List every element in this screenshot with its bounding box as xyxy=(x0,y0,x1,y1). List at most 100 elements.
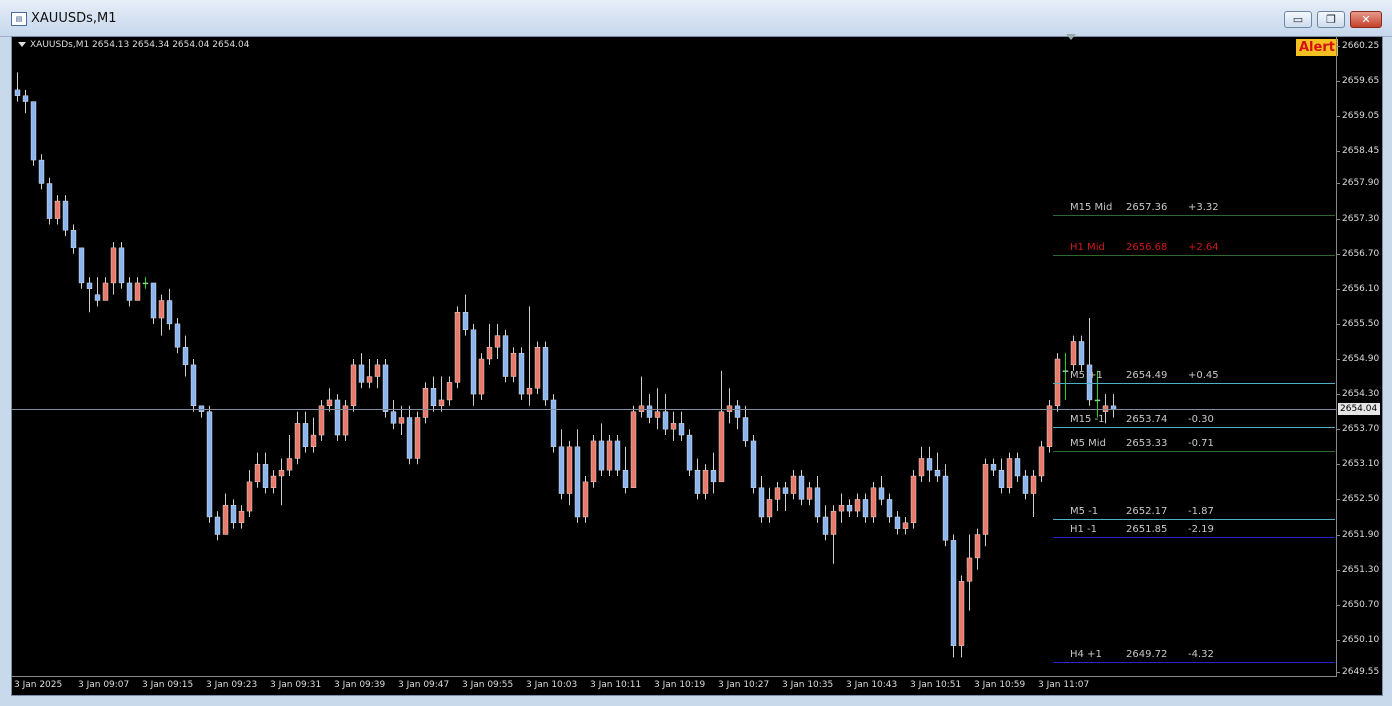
candle xyxy=(598,423,605,477)
candle xyxy=(366,359,373,389)
time-label: 3 Jan 10:59 xyxy=(974,680,1026,690)
candle xyxy=(214,511,221,541)
candle xyxy=(806,481,813,506)
candle-body xyxy=(478,358,485,395)
candle xyxy=(710,452,717,494)
price-label: 2654.30 xyxy=(1342,389,1380,400)
price-label: 2653.10 xyxy=(1342,459,1380,470)
time-label: 3 Jan 10:03 xyxy=(526,680,578,690)
candle xyxy=(238,505,245,529)
candle-body xyxy=(1046,405,1053,447)
candle-body xyxy=(366,376,373,383)
level-diff: +0.45 xyxy=(1188,369,1219,381)
candle-body xyxy=(830,510,837,535)
candle-body xyxy=(606,440,613,471)
candle xyxy=(694,458,701,500)
candle-body xyxy=(518,352,525,395)
candle-body xyxy=(1006,458,1013,488)
candle-body xyxy=(446,382,453,401)
close-button[interactable]: ✕ xyxy=(1350,11,1382,28)
candle xyxy=(134,277,141,301)
candle-body xyxy=(582,481,589,518)
candle xyxy=(54,195,61,225)
candle xyxy=(662,394,669,436)
candle-body xyxy=(646,405,653,418)
candle-body xyxy=(678,423,685,436)
candle xyxy=(158,294,165,336)
candle xyxy=(982,458,989,547)
candle-body xyxy=(558,446,565,494)
time-label: 3 Jan 09:23 xyxy=(206,680,258,690)
candle-body xyxy=(990,464,997,471)
candle xyxy=(734,399,741,430)
candle xyxy=(926,446,933,482)
price-tick xyxy=(1336,218,1340,220)
level-price: 2653.74 xyxy=(1126,413,1168,425)
candle-body xyxy=(414,417,421,459)
candle-body xyxy=(118,247,125,284)
candle xyxy=(342,399,349,441)
chart-window-icon: ▤ xyxy=(11,12,27,26)
candle xyxy=(478,353,485,400)
candlestick-plot[interactable] xyxy=(12,37,1336,676)
candle-body xyxy=(614,440,621,471)
candle-body xyxy=(1078,341,1085,366)
price-label: 2656.70 xyxy=(1342,248,1380,259)
candle-body xyxy=(158,300,165,319)
candle-body xyxy=(222,505,229,535)
candle-body xyxy=(542,347,549,401)
candle xyxy=(486,323,493,365)
candle xyxy=(414,411,421,465)
price-label: 2657.90 xyxy=(1342,178,1380,189)
candle-body xyxy=(942,475,949,541)
candle xyxy=(150,282,157,324)
level-line xyxy=(1053,662,1335,664)
price-tick xyxy=(1336,323,1340,325)
candle xyxy=(454,306,461,389)
candle xyxy=(742,405,749,447)
candle-body xyxy=(454,311,461,383)
restore-button[interactable]: ❐ xyxy=(1317,11,1345,28)
candle xyxy=(462,294,469,336)
level-price: 2653.33 xyxy=(1126,437,1168,449)
candle xyxy=(406,405,413,465)
candle-body xyxy=(934,469,941,477)
candle-body xyxy=(790,475,797,494)
title-bar[interactable]: ▤ XAUUSDs,M1 ▭ ❐ ✕ xyxy=(0,0,1392,37)
candle xyxy=(1006,452,1013,494)
candle xyxy=(758,476,765,523)
candle-body xyxy=(598,440,605,471)
candle-body xyxy=(1014,458,1021,477)
candle xyxy=(766,487,773,523)
candle xyxy=(174,318,181,354)
candle xyxy=(86,277,93,313)
price-label: 2649.55 xyxy=(1342,667,1380,677)
price-tick xyxy=(1336,151,1340,153)
candle-body xyxy=(622,469,629,488)
candle xyxy=(350,359,357,412)
candle xyxy=(718,370,725,483)
candle xyxy=(1062,353,1069,400)
candle xyxy=(1046,399,1053,453)
time-axis[interactable] xyxy=(12,676,1337,677)
candle-body xyxy=(302,423,309,447)
candle xyxy=(838,493,845,523)
candle xyxy=(22,89,29,114)
price-label: 2654.90 xyxy=(1342,354,1380,364)
candle xyxy=(686,429,693,477)
time-label: 3 Jan 09:47 xyxy=(398,680,450,690)
candle xyxy=(14,72,21,102)
candle-body xyxy=(718,411,725,483)
level-name: H1 Mid xyxy=(1070,241,1105,253)
candle xyxy=(246,470,253,517)
minimize-button[interactable]: ▭ xyxy=(1284,11,1312,28)
candle xyxy=(798,470,805,506)
candle xyxy=(950,534,957,658)
candle xyxy=(846,499,853,517)
candle-body xyxy=(798,475,805,500)
price-tick xyxy=(1336,46,1340,47)
candle xyxy=(606,435,613,477)
candle-body xyxy=(870,487,877,518)
candle xyxy=(390,399,397,430)
time-label: 3 Jan 2025 xyxy=(14,680,63,690)
